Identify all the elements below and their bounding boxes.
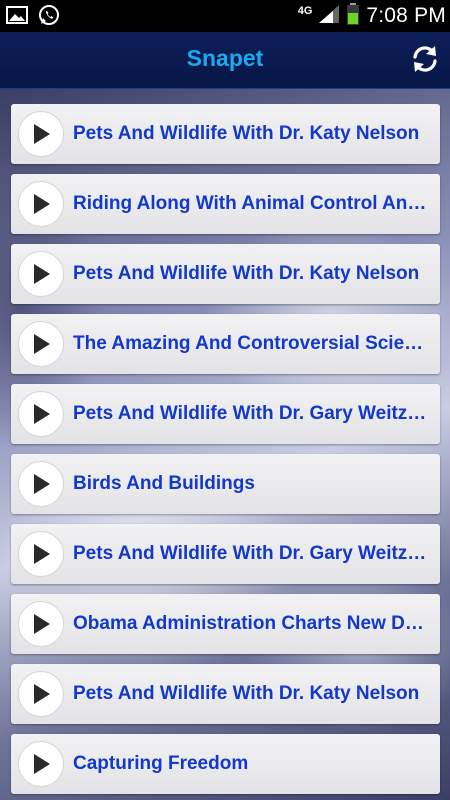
play-icon — [34, 614, 50, 634]
clock: 7:08 PM — [366, 4, 446, 27]
play-button[interactable] — [18, 251, 64, 297]
play-button[interactable] — [18, 741, 64, 787]
refresh-icon — [413, 46, 437, 72]
feed-list: Pets And Wildlife With Dr. Katy Nelson R… — [11, 104, 440, 800]
play-icon — [34, 334, 50, 354]
status-bar: 4G 7:08 PM — [0, 0, 450, 32]
list-item[interactable]: Pets And Wildlife With Dr. Gary Weitz… — [11, 384, 440, 444]
list-item[interactable]: Obama Administration Charts New De… — [11, 594, 440, 654]
feed-background: Pets And Wildlife With Dr. Katy Nelson R… — [0, 89, 450, 800]
list-item[interactable]: Birds And Buildings — [11, 454, 440, 514]
play-icon — [34, 684, 50, 704]
play-icon — [34, 124, 50, 144]
gallery-icon — [6, 6, 28, 29]
list-item-title: The Amazing And Controversial Scien… — [73, 333, 435, 354]
list-item-title: Pets And Wildlife With Dr. Katy Nelson — [73, 683, 420, 704]
list-item-title: Riding Along With Animal Control And… — [73, 193, 438, 214]
app-title: Snapet — [186, 45, 264, 71]
play-button[interactable] — [18, 461, 64, 507]
list-item-title: Capturing Freedom — [73, 753, 249, 774]
battery-icon — [346, 2, 360, 31]
play-icon — [34, 754, 50, 774]
list-item-title: Birds And Buildings — [73, 473, 255, 494]
list-item[interactable]: Pets And Wildlife With Dr. Gary Weitz… — [11, 524, 440, 584]
play-button[interactable] — [18, 321, 64, 367]
list-item[interactable]: Pets And Wildlife With Dr. Katy Nelson — [11, 104, 440, 164]
action-bar: Snapet — [0, 32, 450, 89]
list-item-title: Obama Administration Charts New De… — [73, 613, 435, 634]
whatsapp-icon — [38, 4, 60, 31]
play-button[interactable] — [18, 111, 64, 157]
play-icon — [34, 404, 50, 424]
play-icon — [34, 474, 50, 494]
list-item[interactable]: Pets And Wildlife With Dr. Katy Nelson — [11, 244, 440, 304]
play-button[interactable] — [18, 391, 64, 437]
list-item-title: Pets And Wildlife With Dr. Gary Weitz… — [73, 403, 427, 424]
refresh-button[interactable] — [408, 42, 442, 76]
list-item-title: Pets And Wildlife With Dr. Katy Nelson — [73, 123, 420, 144]
list-item-title: Pets And Wildlife With Dr. Gary Weitz… — [73, 543, 427, 564]
play-button[interactable] — [18, 601, 64, 647]
list-item-title: Pets And Wildlife With Dr. Katy Nelson — [73, 263, 420, 284]
play-button[interactable] — [18, 671, 64, 717]
system-icons: 4G 7:08 PM — [298, 0, 446, 32]
network-4g-icon: 4G — [297, 5, 313, 17]
notification-icons — [6, 4, 60, 31]
list-item[interactable]: Pets And Wildlife With Dr. Katy Nelson — [11, 664, 440, 724]
play-icon — [34, 194, 50, 214]
list-item[interactable]: Riding Along With Animal Control And… — [11, 174, 440, 234]
play-button[interactable] — [18, 531, 64, 577]
list-item[interactable]: Capturing Freedom — [11, 734, 440, 794]
play-button[interactable] — [18, 181, 64, 227]
signal-icon — [318, 4, 340, 29]
play-icon — [34, 264, 50, 284]
play-icon — [34, 544, 50, 564]
list-item[interactable]: The Amazing And Controversial Scien… — [11, 314, 440, 374]
